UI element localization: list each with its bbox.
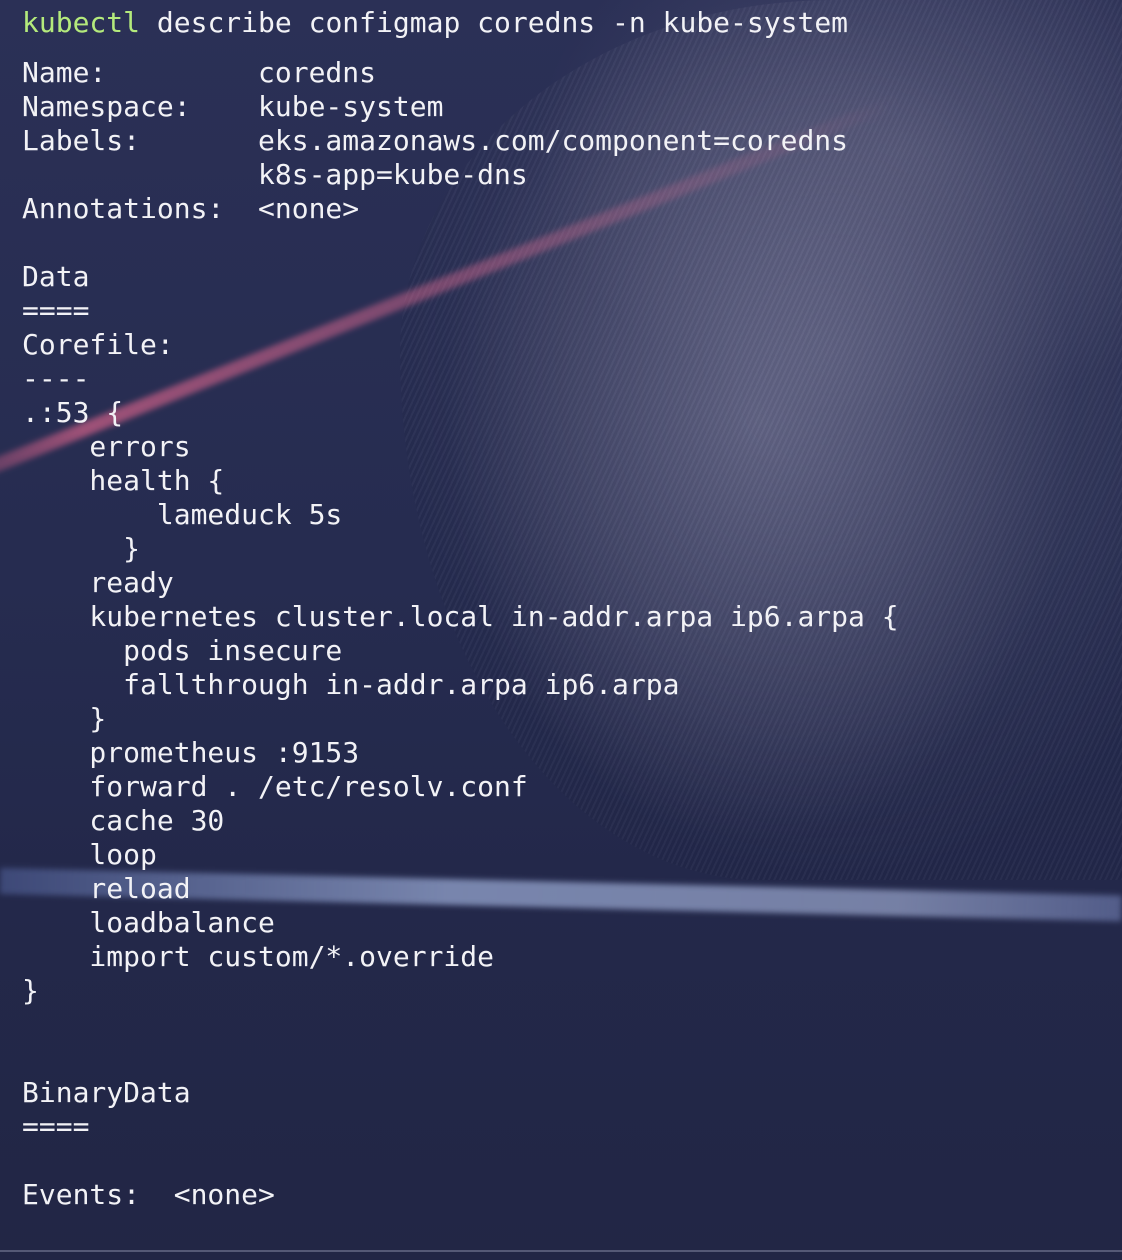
output-line: BinaryData — [22, 1076, 191, 1109]
output-line: Annotations: <none> — [22, 192, 360, 225]
terminal-output[interactable]: kubectl describe configmap coredns -n ku… — [22, 6, 1112, 1212]
command-args: describe configmap coredns -n kube-syste… — [156, 6, 849, 39]
output-line: health { — [22, 464, 225, 497]
output-line: .:53 { — [22, 396, 124, 429]
output-line: loop — [22, 838, 157, 871]
window-bottom-divider — [0, 1250, 1122, 1252]
output-line: ready — [22, 566, 174, 599]
output-line: } — [22, 702, 107, 735]
output-line: Namespace: kube-system — [22, 90, 444, 123]
output-line: prometheus :9153 — [22, 736, 360, 769]
output-line: Corefile: — [22, 328, 174, 361]
output-line: import custom/*.override — [22, 940, 495, 973]
output-line: k8s-app=kube-dns — [22, 158, 528, 191]
output-line: Data — [22, 260, 90, 293]
output-line: cache 30 — [22, 804, 225, 837]
output-line: fallthrough in-addr.arpa ip6.arpa — [22, 668, 680, 701]
command-line: kubectl describe configmap coredns -n ku… — [22, 6, 1112, 40]
output-line: forward . /etc/resolv.conf — [22, 770, 528, 803]
command-program: kubectl — [22, 6, 141, 39]
output-line: kubernetes cluster.local in-addr.arpa ip… — [22, 600, 899, 633]
output-line: errors — [22, 430, 191, 463]
output-line: reload — [22, 872, 191, 905]
output-line: ==== — [22, 294, 90, 327]
output-line: } — [22, 532, 141, 565]
output-line: Events: <none> — [22, 1178, 275, 1211]
output-line: Name: coredns — [22, 56, 377, 89]
output-line: loadbalance — [22, 906, 275, 939]
output-line: Labels: eks.amazonaws.com/component=core… — [22, 124, 849, 157]
output-line: ---- — [22, 362, 90, 395]
output-line: } — [22, 974, 39, 1007]
output-line: pods insecure — [22, 634, 343, 667]
output-line: lameduck 5s — [22, 498, 343, 531]
output-line: ==== — [22, 1110, 90, 1143]
